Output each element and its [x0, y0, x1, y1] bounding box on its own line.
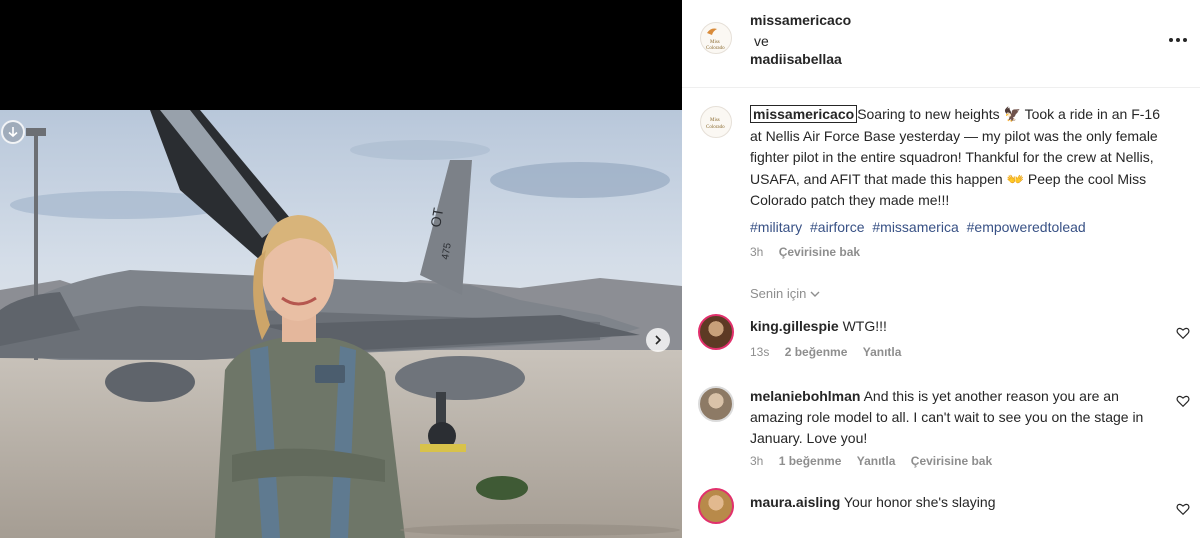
- commenter-username[interactable]: king.gillespie: [750, 318, 839, 334]
- comment-meta: 13s 2 beğenme Yanıtla: [750, 345, 913, 359]
- commenter-avatar[interactable]: [698, 386, 734, 422]
- caption-time: 3h: [750, 245, 764, 259]
- sort-label: Senin için: [750, 286, 807, 301]
- comment-body: melaniebohlman And this is yet another r…: [750, 386, 1160, 449]
- author-avatar[interactable]: Miss Colorado: [700, 22, 732, 54]
- comments-sort-dropdown[interactable]: Senin için: [750, 286, 820, 301]
- reply-button[interactable]: Yanıtla: [857, 454, 896, 468]
- commenter-username[interactable]: maura.aisling: [750, 494, 840, 510]
- svg-text:Miss: Miss: [710, 118, 720, 123]
- chevron-right-icon: [655, 335, 662, 345]
- caption-avatar[interactable]: Miss Colorado: [700, 106, 732, 138]
- comment-time: 13s: [750, 345, 770, 359]
- collab-conjunction: ve: [754, 33, 769, 49]
- hashtag-link[interactable]: #missamerica: [872, 219, 958, 235]
- comment-text: Your honor she's slaying: [843, 494, 996, 510]
- svg-text:Colorado: Colorado: [706, 125, 725, 130]
- comment-likes[interactable]: 2 beğenme: [785, 345, 848, 359]
- caption-meta: 3h Çevirisine bak: [750, 245, 872, 259]
- comment-body: maura.aisling Your honor she's slaying: [750, 492, 1160, 513]
- post-header: Miss Colorado missamericaco ve madiisabe…: [682, 0, 1200, 88]
- svg-text:Miss: Miss: [710, 40, 720, 45]
- more-horizontal-icon: [1169, 38, 1173, 42]
- svg-text:Colorado: Colorado: [706, 46, 725, 51]
- miss-colorado-logo-icon: Miss Colorado: [706, 28, 725, 51]
- miss-colorado-logo-icon: Miss Colorado: [706, 118, 725, 130]
- comment-time: 3h: [750, 454, 764, 468]
- tail-code: OT: [427, 206, 446, 228]
- commenter-avatar[interactable]: [698, 314, 734, 350]
- chevron-down-icon: [810, 291, 820, 297]
- hashtag-list: #military #airforce #missamerica #empowe…: [750, 219, 1090, 235]
- hashtag-link[interactable]: #military: [750, 219, 802, 235]
- heart-icon[interactable]: [1176, 502, 1190, 516]
- post-media: OT 475: [0, 0, 682, 538]
- next-slide-button[interactable]: [646, 328, 670, 352]
- heart-icon[interactable]: [1176, 326, 1190, 340]
- author-username[interactable]: missamericaco: [750, 12, 851, 28]
- comment-text: WTG!!!: [842, 318, 887, 334]
- collaborator-username[interactable]: madiisabellaa: [750, 51, 842, 67]
- hashtag-link[interactable]: #airforce: [810, 219, 864, 235]
- post-photo: OT 475: [0, 110, 682, 538]
- comment-body: king.gillespie WTG!!!: [750, 316, 1160, 337]
- arrow-down-circle-icon: [8, 127, 18, 138]
- caption-username[interactable]: missamericaco: [750, 105, 858, 123]
- comment-likes[interactable]: 1 beğenme: [779, 454, 842, 468]
- reply-button[interactable]: Yanıtla: [863, 345, 902, 359]
- post-caption: missamericaco Soaring to new heights 🦅 To…: [750, 104, 1170, 212]
- download-button[interactable]: [1, 120, 25, 144]
- heart-icon[interactable]: [1176, 394, 1190, 408]
- see-translation-link[interactable]: Çevirisine bak: [911, 454, 992, 468]
- comment-meta: 3h 1 beğenme Yanıtla Çevirisine bak: [750, 454, 1004, 468]
- hashtag-link[interactable]: #empoweredtolead: [967, 219, 1086, 235]
- see-translation-link[interactable]: Çevirisine bak: [779, 245, 860, 259]
- commenter-username[interactable]: melaniebohlman: [750, 388, 860, 404]
- post-sidebar: Miss Colorado missamericaco ve madiisabe…: [682, 0, 1200, 538]
- commenter-avatar[interactable]: [698, 488, 734, 524]
- more-options-button[interactable]: [1166, 30, 1190, 50]
